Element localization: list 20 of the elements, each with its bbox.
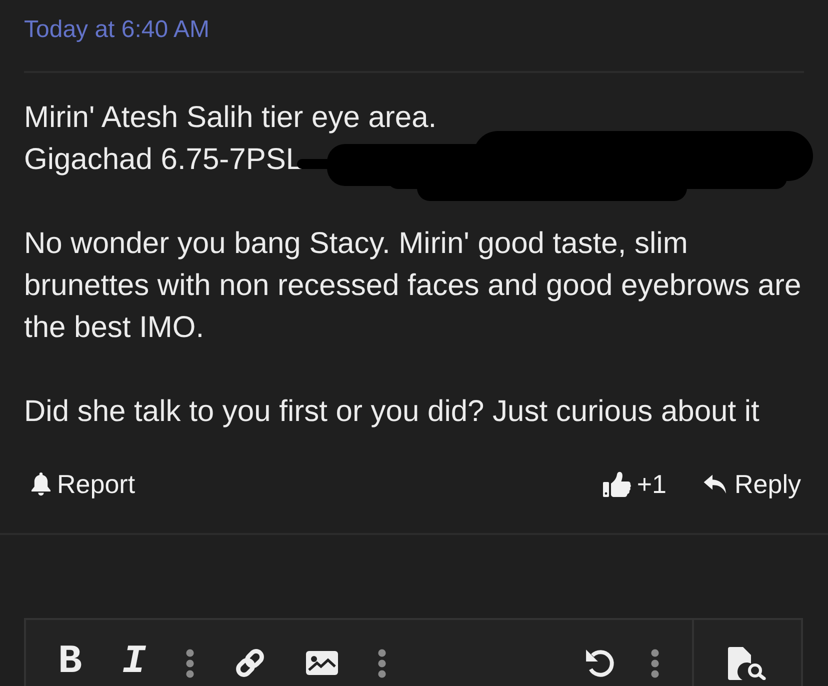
italic-button[interactable]: I [114,647,154,679]
undo-icon [584,647,616,679]
vertical-dots-icon [651,648,659,678]
document-search-icon [727,646,768,680]
like-button[interactable]: +1 [602,469,667,499]
post-timestamp[interactable]: Today at 6:40 AM [24,16,210,44]
post-text: Did she talk to you first or you did? Just curious about it [24,395,760,428]
image-icon [306,651,338,675]
link-icon [234,647,266,679]
vertical-dots-icon [378,648,386,678]
post-text: No wonder you bang Stacy. Mirin' good taste, slim brunettes with non recessed faces and good eyebrows are the best IMO. [24,227,802,344]
bell-icon [30,472,52,496]
reply-button[interactable]: Reply [702,469,801,499]
bold-button[interactable]: B [50,647,90,679]
report-link[interactable]: Report [30,469,136,499]
vertical-dots-icon [186,648,194,678]
thumbs-up-icon [602,471,631,497]
reply-arrow-icon [702,474,727,494]
post-text: Mirin' Atesh Salih tier eye area. [24,101,437,134]
post-text: Gigachad 6.75-7PSL [24,143,303,176]
